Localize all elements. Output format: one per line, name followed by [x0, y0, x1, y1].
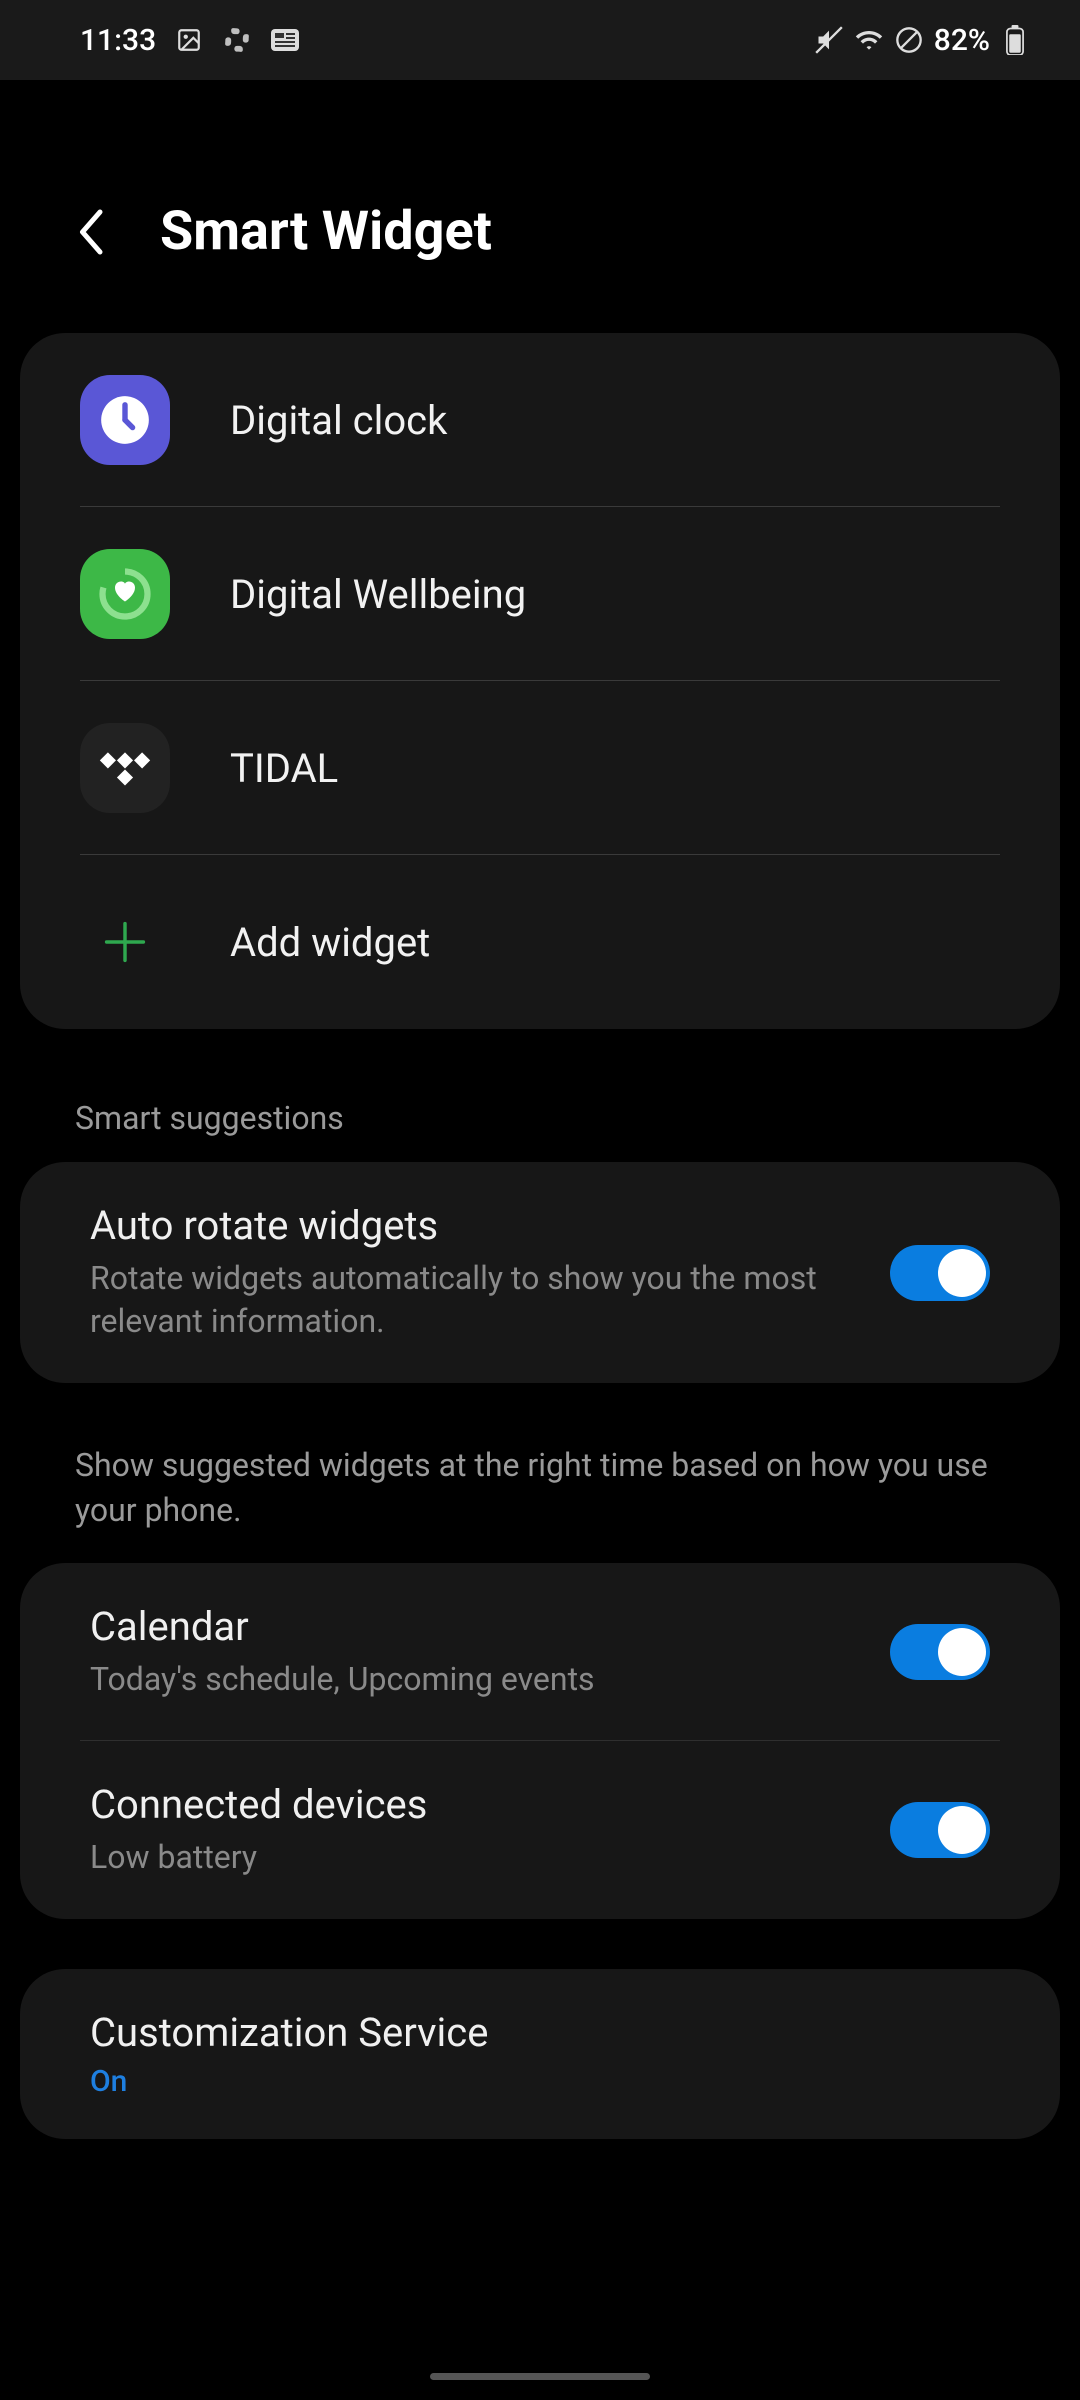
add-widget-button[interactable]: Add widget: [20, 855, 1060, 1029]
home-indicator[interactable]: [430, 2373, 650, 2380]
setting-status: On: [90, 2064, 990, 2099]
widget-item-label: TIDAL: [230, 745, 338, 792]
tidal-app-icon: [80, 723, 170, 813]
setting-subtitle: Rotate widgets automatically to show you…: [90, 1257, 860, 1343]
status-right: 82%: [814, 23, 1030, 58]
no-sync-icon: [894, 25, 924, 55]
widgets-card: Digital clock Digital Wellbeing TIDAL Ad…: [20, 333, 1060, 1029]
battery-percent: 82%: [934, 23, 990, 58]
setting-title: Auto rotate widgets: [90, 1202, 860, 1249]
section-label-smart-suggestions: Smart suggestions: [0, 1079, 1080, 1162]
page-header: Smart Widget: [0, 80, 1080, 333]
chevron-left-icon: [75, 207, 105, 257]
auto-rotate-card: Auto rotate widgets Rotate widgets autom…: [20, 1162, 1060, 1383]
setting-title: Connected devices: [90, 1781, 860, 1828]
pinwheel-icon: [222, 25, 252, 55]
suggestions-description: Show suggested widgets at the right time…: [0, 1413, 1080, 1563]
mute-icon: [814, 25, 844, 55]
page-title: Smart Widget: [160, 200, 492, 263]
plus-icon: [80, 897, 170, 987]
suggestion-items-card: Calendar Today's schedule, Upcoming even…: [20, 1563, 1060, 1919]
widget-item-digital-wellbeing[interactable]: Digital Wellbeing: [20, 507, 1060, 681]
setting-title: Calendar: [90, 1603, 860, 1650]
gallery-icon: [174, 25, 204, 55]
back-button[interactable]: [70, 202, 110, 262]
status-bar: 11:33 82%: [0, 0, 1080, 80]
toggle-auto-rotate[interactable]: [890, 1245, 990, 1301]
setting-connected-devices[interactable]: Connected devices Low battery: [20, 1741, 1060, 1919]
widget-item-digital-clock[interactable]: Digital clock: [20, 333, 1060, 507]
toggle-calendar[interactable]: [890, 1624, 990, 1680]
setting-subtitle: Today's schedule, Upcoming events: [90, 1658, 860, 1701]
setting-title: Customization Service: [90, 2009, 990, 2056]
setting-customization-service[interactable]: Customization Service On: [20, 1969, 1060, 2139]
widget-item-tidal[interactable]: TIDAL: [20, 681, 1060, 855]
toggle-connected-devices[interactable]: [890, 1802, 990, 1858]
setting-auto-rotate[interactable]: Auto rotate widgets Rotate widgets autom…: [20, 1162, 1060, 1383]
customization-card: Customization Service On: [20, 1969, 1060, 2139]
status-time: 11:33: [80, 23, 156, 58]
status-left: 11:33: [80, 23, 300, 58]
battery-icon: [1000, 25, 1030, 55]
wifi-icon: [854, 25, 884, 55]
widget-item-label: Digital clock: [230, 397, 447, 444]
setting-subtitle: Low battery: [90, 1836, 860, 1879]
wellbeing-app-icon: [80, 549, 170, 639]
setting-calendar[interactable]: Calendar Today's schedule, Upcoming even…: [20, 1563, 1060, 1741]
widget-item-label: Digital Wellbeing: [230, 571, 526, 618]
add-widget-label: Add widget: [230, 919, 430, 966]
news-icon: [270, 25, 300, 55]
clock-app-icon: [80, 375, 170, 465]
